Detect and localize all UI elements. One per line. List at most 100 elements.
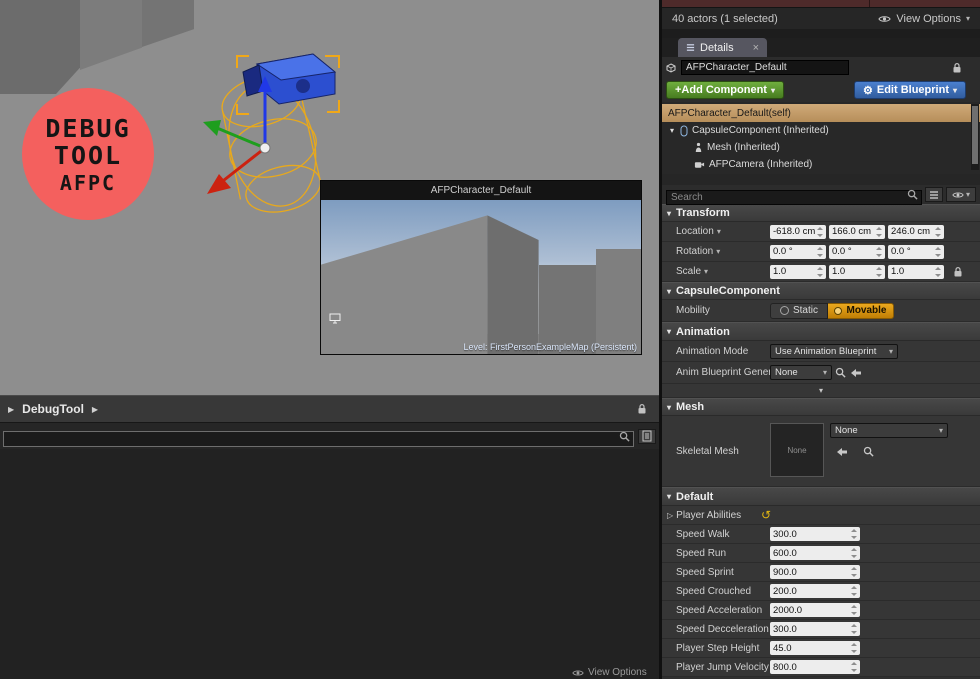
section-header-mesh[interactable]: ▾ Mesh — [662, 398, 980, 416]
spinbox-icon[interactable] — [850, 529, 858, 539]
actor-count-label: 40 actors (1 selected) — [672, 12, 778, 25]
spinbox-icon[interactable] — [850, 605, 858, 615]
lock-icon[interactable] — [953, 266, 963, 278]
section-title: Animation — [676, 325, 730, 338]
outliner-view-options[interactable]: View Options ▾ — [878, 13, 970, 25]
mobility-static-option[interactable]: Static — [770, 302, 828, 319]
section-header-animation[interactable]: ▾ Animation — [662, 322, 980, 341]
triangle-right-icon[interactable]: ▶ — [8, 405, 14, 414]
tree-scrollbar[interactable] — [971, 104, 979, 170]
monitor-icon — [329, 313, 341, 324]
speed-run-field[interactable]: 600.0 — [770, 546, 860, 560]
debug-tool-panel: ▶ DebugTool ▶ View Options — [0, 395, 659, 679]
gizmo-y-arrowhead[interactable] — [203, 120, 221, 136]
animation-mode-row: Animation Mode Use Animation Blueprint ▾ — [662, 341, 980, 362]
spinbox-icon[interactable] — [816, 226, 824, 237]
scale-y-field[interactable]: 1.0 — [829, 264, 885, 279]
gizmo-origin[interactable] — [259, 142, 271, 154]
location-z-field[interactable]: 246.0 cm — [888, 224, 944, 239]
chevron-down-icon[interactable]: ▾ — [716, 247, 720, 256]
rotation-x-field[interactable]: 0.0 ° — [770, 244, 826, 259]
section-header-capsulecomponent[interactable]: ▾ CapsuleComponent — [662, 282, 980, 300]
spinbox-icon[interactable] — [934, 266, 942, 277]
spinbox-icon[interactable] — [850, 548, 858, 558]
spinbox-icon[interactable] — [875, 226, 883, 237]
speed-walk-field[interactable]: 300.0 — [770, 527, 860, 541]
tree-row-self[interactable]: AFPCharacter_Default(self) — [662, 104, 980, 122]
spinbox-icon[interactable] — [850, 624, 858, 634]
spinbox-icon[interactable] — [875, 246, 883, 257]
speed-sprint-field[interactable]: 900.0 — [770, 565, 860, 579]
spinbox-icon[interactable] — [816, 246, 824, 257]
animation-mode-dropdown[interactable]: Use Animation Blueprint ▾ — [770, 343, 898, 359]
spinbox-icon[interactable] — [816, 266, 824, 277]
anim-blueprint-dropdown[interactable]: None ▾ — [770, 365, 832, 380]
spinbox-icon[interactable] — [934, 246, 942, 257]
spinbox-icon[interactable] — [850, 567, 858, 577]
location-y-field[interactable]: 166.0 cm — [829, 224, 885, 239]
actor-name-input[interactable] — [681, 60, 849, 75]
spinbox-icon[interactable] — [934, 226, 942, 237]
spinbox-icon[interactable] — [850, 662, 858, 672]
property-label: Speed Crouched — [676, 585, 752, 597]
badge-line: TOOL — [53, 141, 123, 170]
asset-thumbnail[interactable]: None — [770, 423, 824, 477]
edit-blueprint-button[interactable]: ⚙ Edit Blueprint ▾ — [854, 81, 966, 99]
tree-expand-icon[interactable]: ▾ — [668, 126, 676, 135]
chevron-down-icon[interactable]: ▾ — [704, 267, 708, 276]
browse-asset-button[interactable] — [860, 444, 876, 459]
skeletal-mesh-dropdown[interactable]: None ▾ — [830, 423, 948, 438]
gizmo-y-axis[interactable] — [216, 126, 266, 150]
speed-decceleration-field[interactable]: 300.0 — [770, 622, 860, 636]
gizmo-x-axis[interactable] — [218, 146, 266, 186]
level-viewport[interactable]: DEBUG TOOL AFPC AFPCharacter_Default Lev… — [0, 0, 659, 395]
tree-row-mesh[interactable]: Mesh (Inherited) — [662, 139, 980, 156]
triangle-right-icon[interactable]: ▶ — [92, 405, 98, 414]
section-title: CapsuleComponent — [676, 285, 780, 297]
scrollbar-thumb[interactable] — [972, 106, 978, 164]
tab-details[interactable]: Details × — [678, 38, 768, 57]
section-header-transform[interactable]: ▾ Transform — [662, 204, 980, 222]
details-search-box[interactable] — [666, 187, 922, 205]
property-label: Speed Run — [676, 547, 727, 559]
collapse-icon: ▾ — [667, 208, 672, 218]
debug-view-options[interactable]: View Options — [572, 667, 650, 678]
tree-row-camera[interactable]: AFPCamera (Inherited) — [662, 156, 980, 173]
expand-right-icon[interactable]: ▷ — [667, 511, 673, 520]
scale-x-field[interactable]: 1.0 — [770, 264, 826, 279]
details-view-options-button[interactable]: ▾ — [946, 187, 976, 202]
debug-search-box[interactable] — [3, 428, 634, 447]
debug-tool-header[interactable]: ▶ DebugTool ▶ — [0, 395, 659, 423]
location-x-field[interactable]: -618.0 cm — [770, 224, 826, 239]
tabs-area: Details × — [662, 38, 980, 57]
chevron-down-icon[interactable]: ▾ — [717, 227, 721, 236]
scene-block — [538, 264, 597, 354]
reset-to-default-icon[interactable]: ↺ — [761, 509, 771, 521]
lock-icon[interactable] — [637, 403, 647, 415]
speed-crouched-field[interactable]: 200.0 — [770, 584, 860, 598]
spinbox-icon[interactable] — [850, 643, 858, 653]
scale-z-field[interactable]: 1.0 — [888, 264, 944, 279]
player-jump-velocity-field[interactable]: 800.0 — [770, 660, 860, 674]
section-header-default[interactable]: ▾ Default — [662, 487, 980, 506]
add-component-button[interactable]: +Add Component ▾ — [666, 81, 784, 99]
rotation-z-field[interactable]: 0.0 ° — [888, 244, 944, 259]
tree-row-capsule[interactable]: ▾ CapsuleComponent (Inherited) — [662, 122, 980, 139]
speed-acceleration-field[interactable]: 2000.0 — [770, 603, 860, 617]
spinbox-icon[interactable] — [875, 266, 883, 277]
use-selected-asset-button[interactable] — [834, 444, 850, 459]
browse-asset-button[interactable] — [832, 365, 848, 380]
player-step-height-field[interactable]: 45.0 — [770, 641, 860, 655]
details-search-input[interactable] — [666, 190, 922, 205]
close-icon[interactable]: × — [753, 42, 759, 54]
property-matrix-button[interactable] — [925, 187, 943, 202]
advanced-expander[interactable]: ▾ — [662, 384, 980, 398]
spinbox-icon[interactable] — [850, 586, 858, 596]
saved-search-button[interactable] — [638, 428, 656, 444]
rotation-y-field[interactable]: 0.0 ° — [829, 244, 885, 259]
lock-icon[interactable] — [952, 62, 962, 74]
debug-search-input[interactable] — [3, 430, 634, 447]
mobility-movable-option[interactable]: Movable — [828, 302, 894, 319]
use-selected-asset-button[interactable] — [848, 365, 864, 380]
arrow-left-icon — [850, 368, 862, 378]
